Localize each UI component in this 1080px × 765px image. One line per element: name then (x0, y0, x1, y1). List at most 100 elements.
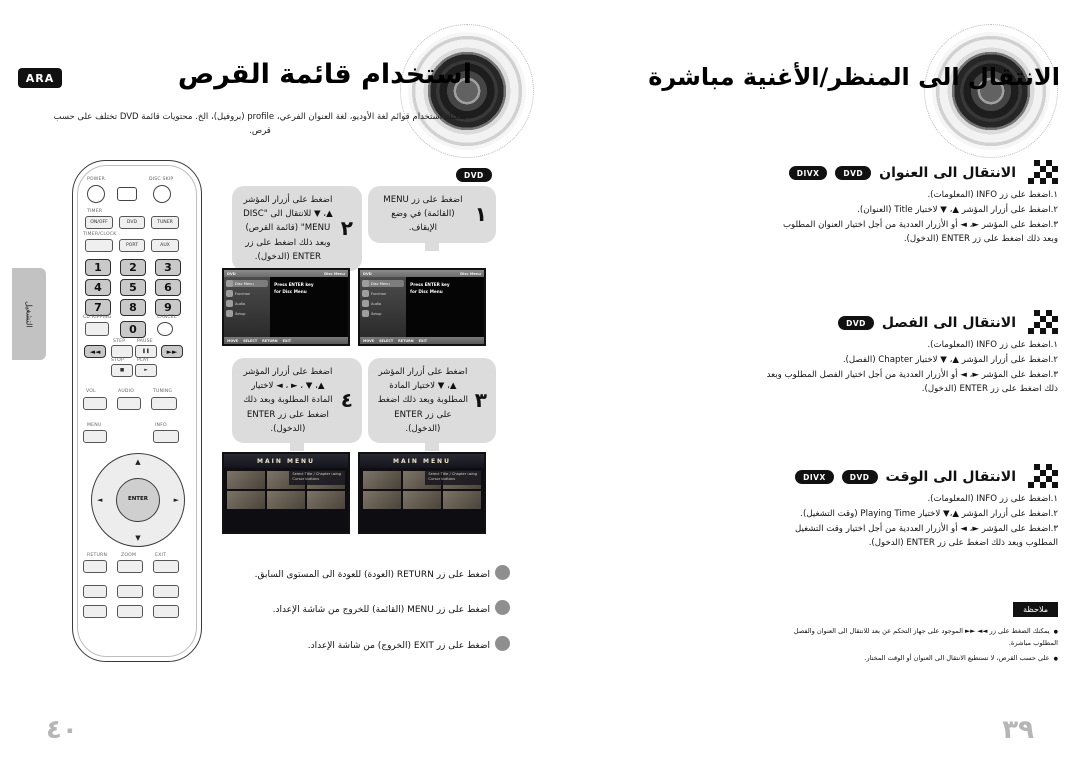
volume-button[interactable] (83, 397, 107, 410)
audio-icon (226, 300, 233, 307)
footer-exit: EXIT (418, 338, 428, 343)
remote-label-timer-clock: TIMER/CLOCK (83, 232, 117, 237)
cd-ripping-button[interactable] (85, 322, 109, 336)
screenshot-menu-item-label: Function (371, 291, 387, 296)
screenshot-menu-item-label: Disc Menu (235, 281, 254, 286)
screenshot-menu-item-function: Function (226, 290, 268, 297)
remote-label-exit: EXIT (155, 553, 167, 558)
cursor-down-icon[interactable]: ▼ (135, 534, 140, 542)
skip-backward-button[interactable]: ◄◄ (84, 345, 106, 358)
cursor-right-icon[interactable]: ► (174, 496, 179, 504)
remote-label-info: INFO (155, 423, 167, 428)
numeric-key-5[interactable]: 5 (120, 279, 146, 296)
thumbnail-cell (443, 491, 481, 509)
cancel-button[interactable] (157, 322, 173, 336)
main-menu-title: MAIN MENU (224, 454, 348, 468)
footer-return: RETURN (398, 338, 414, 343)
remote-label-disc-skip: DISC SKIP (149, 177, 174, 182)
page-number-left: ٤٠ (46, 715, 78, 745)
timer-onoff-button[interactable]: ON/OFF (85, 216, 113, 229)
pause-button[interactable]: ❚❚ (135, 345, 157, 358)
bullet-dot-icon (495, 600, 510, 615)
setup-icon (362, 310, 369, 317)
thumbnail-cell (227, 471, 265, 489)
cursor-up-icon[interactable]: ▲ (135, 458, 140, 466)
extra-button-3[interactable] (153, 585, 179, 598)
menu-button[interactable] (83, 430, 107, 443)
open-close-button[interactable] (117, 187, 137, 201)
timer-clock-button[interactable] (85, 239, 113, 252)
section-header-goto-title: الانتقال الى العنوان DVD DIVX (788, 160, 1058, 186)
section-title: الانتقال الى الوقت (885, 469, 1016, 485)
right-page: الانتقال الى المنظر/الأغنية مباشرة DVD I… (540, 0, 1080, 765)
dvd-source-button[interactable]: DVD (119, 216, 145, 229)
numeric-key-9[interactable]: 9 (155, 299, 181, 316)
enter-button[interactable]: ENTER (116, 478, 160, 522)
tuning-button[interactable] (151, 397, 177, 410)
disc-chip-dvd: DVD (835, 166, 872, 180)
step-text-1: اضغط على زر MENU (القائمة) في وضع الإيقا… (383, 195, 463, 234)
cursor-dpad[interactable]: ▲ ▼ ◄ ► ENTER (91, 453, 185, 547)
disc-chip-dvd: DVD (838, 316, 874, 330)
section-step: ١.اضغط على زر INFO (المعلومات). (927, 340, 1058, 350)
left-page: ARA استخدام قائمة القرص يمكنك استخدام قو… (0, 0, 540, 765)
note-bullet: يمكنك الضغط على زر ◄◄ ►► الموجود على جها… (782, 626, 1058, 649)
disc-icon (226, 280, 233, 287)
section-step: ١.اضغط على زر INFO (المعلومات). (927, 494, 1058, 504)
enter-button-label: ENTER (127, 496, 149, 503)
aux-source-button[interactable]: AUX (151, 239, 179, 252)
screenshot-menu-item-label: Function (235, 291, 251, 296)
disc-skip-button[interactable] (153, 185, 171, 203)
numeric-key-2[interactable]: 2 (120, 259, 146, 276)
screenshot-menu-item-setup: Setup (226, 310, 268, 317)
screenshot-message-line2: for Disc Menu (274, 288, 307, 294)
extra-button-2[interactable] (117, 585, 143, 598)
stop-button[interactable]: ■ (111, 364, 133, 377)
remote-label-cancel: CANCEL (157, 315, 177, 320)
numeric-key-7[interactable]: 7 (85, 299, 111, 316)
audio-button[interactable] (117, 397, 141, 410)
numeric-key-4[interactable]: 4 (85, 279, 111, 296)
step-number-2: ٢ (340, 216, 353, 241)
audio-icon (362, 300, 369, 307)
step-button[interactable] (111, 345, 133, 358)
numeric-key-0[interactable]: 0 (120, 321, 146, 338)
bottom-instruction-2: اضغط على زر MENU (القائمة) للخروج من شاش… (90, 600, 510, 617)
bottom-instruction-text: اضغط على زر MENU (القائمة) للخروج من شاش… (272, 605, 490, 615)
numeric-key-3[interactable]: 3 (155, 259, 181, 276)
disc-menu-screenshot-1: DVD Disc Menu Disc Menu Function Audio S… (358, 268, 486, 346)
tuner-source-button[interactable]: TUNER (151, 216, 179, 229)
numeric-key-6[interactable]: 6 (155, 279, 181, 296)
screenshot-titlebar: DVD Disc Menu (224, 270, 348, 277)
remote-label-power: POWER (87, 177, 106, 182)
step-text-3: اضغط على أزرار المؤشر ▲، ▼ لاختيار الماد… (377, 367, 469, 434)
numeric-key-1[interactable]: 1 (85, 259, 111, 276)
bottom-instruction-text: اضغط على زر RETURN (العودة) للعودة الى ا… (254, 570, 490, 580)
disc-type-chip-dvd: DVD (456, 168, 492, 182)
remote-label-pause: PAUSE (137, 339, 153, 344)
screenshot-menu-label: Disc Menu (324, 271, 345, 276)
numeric-key-8[interactable]: 8 (120, 299, 146, 316)
play-button[interactable]: ► (135, 364, 157, 377)
left-page-title: استخدام قائمة القرص (177, 59, 472, 90)
power-button[interactable] (87, 185, 105, 203)
cursor-left-icon[interactable]: ◄ (97, 496, 102, 504)
port-source-button[interactable]: PORT (119, 239, 145, 252)
side-tab-label: التشغيل (24, 300, 34, 328)
skip-forward-button[interactable]: ►► (161, 345, 183, 358)
remote-label-audio: AUDIO (118, 389, 135, 394)
remote-label-tuning: TUNING (153, 389, 173, 394)
screenshot-menu-item-audio: Audio (226, 300, 268, 307)
extra-button-1[interactable] (83, 585, 107, 598)
section-step: ١.اضغط على زر INFO (المعلومات). (927, 190, 1058, 200)
function-icon (226, 290, 233, 297)
info-button[interactable] (153, 430, 179, 443)
section-header-goto-chapter: الانتقال الى الفصل DVD (838, 310, 1058, 336)
thumbnail-cell (227, 491, 265, 509)
language-badge: ARA (18, 68, 62, 88)
remote-label-return: RETURN (87, 553, 108, 558)
main-menu-side-text: Select Title / Chapter using Cursor butt… (289, 470, 345, 485)
note-bullet: على حسب القرص، لا تستطيع الانتقال الى ال… (782, 653, 1058, 665)
note-body: يمكنك الضغط على زر ◄◄ ►► الموجود على جها… (782, 626, 1058, 669)
remote-label-play: PLAY (137, 358, 149, 363)
